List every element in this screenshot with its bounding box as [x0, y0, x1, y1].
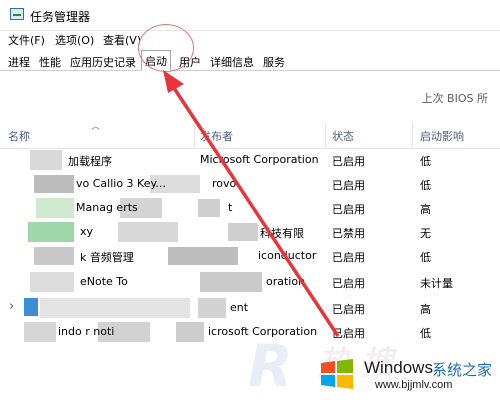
watermark-url: www.bjjmlv.com — [375, 379, 453, 391]
watermark-windows-text: Windows — [364, 358, 433, 377]
watermark-site-name: 系统之家 — [432, 361, 493, 379]
annotation-arrow — [163, 70, 340, 337]
windows-logo-icon — [321, 359, 353, 389]
